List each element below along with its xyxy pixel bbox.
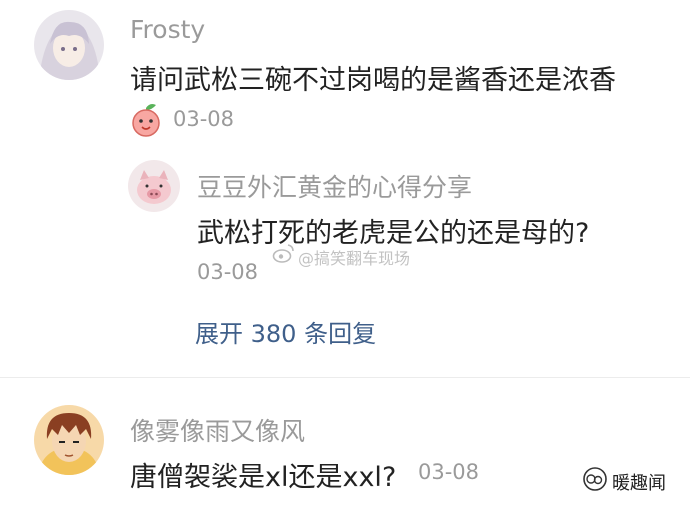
comment-username[interactable]: 像雾像雨又像风 [130,412,305,448]
anime-avatar-icon [34,10,104,80]
reply-date: 03-08 [197,260,259,284]
comment-date: 03-08 [418,460,480,484]
peach-icon [128,102,164,138]
divider [0,377,690,378]
reply-username[interactable]: 豆豆外汇黄金的心得分享 [197,168,472,204]
comment-text: 唐僧袈裟是xl还是xxl? [130,462,397,493]
watermark: @搞笑翻车现场 [298,249,411,268]
avatar[interactable] [128,160,180,212]
avatar[interactable] [34,10,104,80]
weibo-icon [272,241,296,265]
comment-username[interactable]: Frosty [130,15,205,44]
cartoon-boy-avatar-icon [34,405,104,475]
wechat-logo-icon [582,466,608,492]
brand-name: 暖趣闻 [612,473,666,494]
pig-avatar-icon [128,160,180,212]
avatar[interactable] [34,405,104,475]
comment-text: 请问武松三碗不过岗喝的是酱香还是浓香 [130,65,616,96]
expand-replies-link[interactable]: 展开 380 条回复 [195,314,376,349]
comment-date: 03-08 [173,107,235,131]
